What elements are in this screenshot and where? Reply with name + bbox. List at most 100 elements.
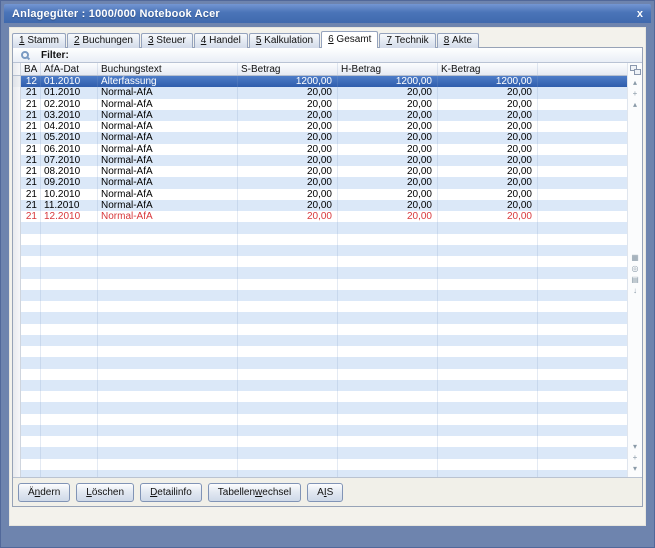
tab-2-buchungen[interactable]: 2 Buchungen (67, 33, 140, 48)
cell-h: 20,00 (338, 166, 438, 178)
cell-filler (538, 459, 627, 470)
scroll-to-top-icon[interactable]: ▴ (633, 78, 637, 89)
cell-date (41, 323, 98, 335)
table-row[interactable]: 21 10.2010 Normal-AfA 20,00 20,00 20,00 (13, 188, 627, 200)
table-row[interactable]: 21 11.2010 Normal-AfA 20,00 20,00 20,00 (13, 199, 627, 211)
locate-record-icon[interactable]: + (633, 89, 638, 100)
column-header-s[interactable]: S-Betrag (238, 63, 338, 75)
table-row-empty[interactable] (13, 278, 627, 290)
table-row-empty[interactable] (13, 312, 627, 324)
detailinfo-button[interactable]: Detailinfo (140, 482, 202, 502)
cell-text (98, 368, 238, 380)
table-row[interactable]: 21 03.2010 Normal-AfA 20,00 20,00 20,00 (13, 109, 627, 121)
tab-6-gesamt[interactable]: 6 Gesamt (321, 31, 379, 48)
calculator-icon[interactable]: ▦ (631, 253, 639, 264)
cell-text (98, 391, 238, 403)
cell-k (438, 222, 538, 234)
cell-filler (538, 312, 627, 323)
table-row[interactable]: 21 08.2010 Normal-AfA 20,00 20,00 20,00 (13, 166, 627, 178)
tab-8-akte[interactable]: 8 Akte (436, 33, 480, 48)
column-chooser-icon[interactable] (629, 65, 641, 75)
tab-4-handel[interactable]: 4 Handel (193, 33, 248, 48)
cell-s (238, 379, 338, 391)
table-row-empty[interactable] (13, 334, 627, 346)
tab-7-technik[interactable]: 7 Technik (379, 33, 436, 48)
table-row-empty[interactable] (13, 233, 627, 245)
scroll-down-icon[interactable]: ↓ (633, 286, 637, 297)
table-row-empty[interactable] (13, 436, 627, 448)
tabellenwechsel-button[interactable]: Tabellenwechsel (207, 482, 302, 502)
table-row-empty[interactable] (13, 222, 627, 234)
cell-ba (21, 334, 41, 346)
cell-s (238, 346, 338, 358)
cell-k (438, 244, 538, 256)
table-row[interactable]: 21 09.2010 Normal-AfA 20,00 20,00 20,00 (13, 177, 627, 189)
cell-h (338, 334, 438, 346)
cell-h (338, 222, 438, 234)
table-row[interactable]: 21 07.2010 Normal-AfA 20,00 20,00 20,00 (13, 154, 627, 166)
tab-1-stamm[interactable]: 1 Stamm (12, 33, 67, 48)
table-row[interactable]: 21 01.2010 Normal-AfA 20,00 20,00 20,00 (13, 87, 627, 99)
table-row-empty[interactable] (13, 402, 627, 414)
scroll-down-icon[interactable]: ▾ (633, 442, 637, 453)
table-row[interactable]: 21 06.2010 Normal-AfA 20,00 20,00 20,00 (13, 143, 627, 155)
table-row-empty[interactable] (13, 368, 627, 380)
aendern-button[interactable]: Ändern (18, 482, 71, 502)
table-row-empty[interactable] (13, 289, 627, 301)
cell-s: 1200,00 (238, 76, 338, 88)
cell-text (98, 447, 238, 459)
filter-search-icon[interactable] (21, 51, 29, 59)
tab-5-kalkulation[interactable]: 5 Kalkulation (248, 33, 321, 48)
list-icon[interactable]: ▤ (631, 275, 639, 286)
column-header-text[interactable]: Buchungstext (98, 63, 238, 75)
table-row[interactable]: 21 04.2010 Normal-AfA 20,00 20,00 20,00 (13, 121, 627, 133)
cell-k: 20,00 (438, 109, 538, 121)
cell-text: Alterfassung (98, 76, 238, 88)
table-row-empty[interactable] (13, 244, 627, 256)
table-row[interactable]: 21 12.2010 Normal-AfA 20,00 20,00 20,00 (13, 211, 627, 223)
tab-page-gesamt: Filter: BA AfA-Dat Buchungstext S-Betrag H-B… (12, 47, 643, 507)
table-row-empty[interactable] (13, 424, 627, 436)
loeschen-button[interactable]: Löschen (76, 482, 135, 502)
filter-label: Filter: (41, 49, 69, 61)
column-header-date[interactable]: AfA-Dat (41, 63, 98, 75)
table-row-empty[interactable] (13, 469, 627, 477)
cell-date: 12.2010 (41, 211, 98, 223)
cell-ba: 21 (21, 199, 41, 211)
column-header-h[interactable]: H-Betrag (338, 63, 438, 75)
table-row[interactable]: 21 02.2010 Normal-AfA 20,00 20,00 20,00 (13, 98, 627, 110)
table-row[interactable]: 12 01.2010 Alterfassung 1200,00 1200,00 1200,… (13, 76, 627, 88)
column-header-ba[interactable]: BA (21, 63, 41, 75)
table-row-empty[interactable] (13, 458, 627, 470)
cell-s (238, 424, 338, 436)
table-row-empty[interactable] (13, 323, 627, 335)
table-row[interactable]: 21 05.2010 Normal-AfA 20,00 20,00 20,00 (13, 132, 627, 144)
cell-text (98, 222, 238, 234)
table-row-empty[interactable] (13, 447, 627, 459)
table-row-empty[interactable] (13, 357, 627, 369)
cell-text: Normal-AfA (98, 87, 238, 99)
cell-s (238, 323, 338, 335)
table-row-empty[interactable] (13, 379, 627, 391)
table-row-empty[interactable] (13, 346, 627, 358)
table-row-empty[interactable] (13, 301, 627, 313)
scroll-to-bottom-icon[interactable]: ▾ (633, 464, 637, 475)
cell-s (238, 447, 338, 459)
cell-s (238, 357, 338, 369)
table-row-empty[interactable] (13, 267, 627, 279)
row-indicator (13, 177, 21, 189)
scroll-up-icon[interactable]: ▴ (633, 100, 637, 111)
close-icon[interactable]: x (637, 8, 643, 20)
cell-h (338, 391, 438, 403)
locate-record-icon[interactable]: + (633, 453, 638, 464)
title-bar[interactable]: Anlagegüter : 1000/000 Notebook Acer x (4, 4, 651, 23)
ais-button[interactable]: AIS (307, 482, 344, 502)
cell-s (238, 222, 338, 234)
search-icon[interactable]: ◎ (632, 264, 639, 275)
table-row-empty[interactable] (13, 413, 627, 425)
table-row-empty[interactable] (13, 256, 627, 268)
table-row-empty[interactable] (13, 391, 627, 403)
cell-text: Normal-AfA (98, 132, 238, 144)
column-header-k[interactable]: K-Betrag (438, 63, 538, 75)
tab-3-steuer[interactable]: 3 Steuer (140, 33, 193, 48)
